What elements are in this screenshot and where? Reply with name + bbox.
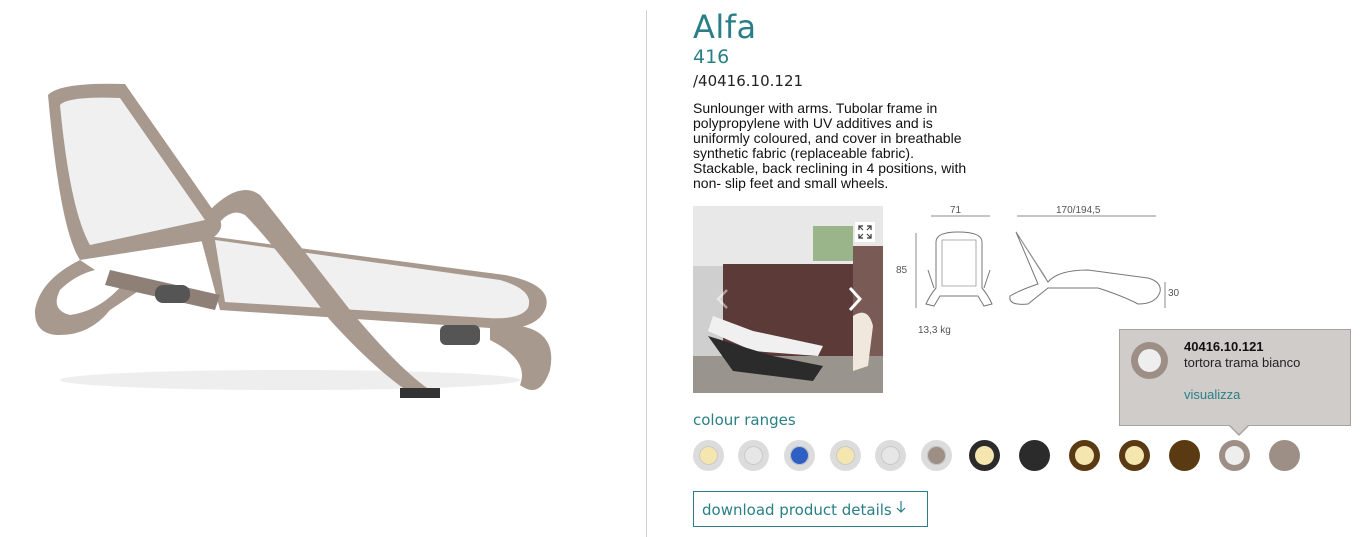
- tooltip-pointer: [1230, 425, 1248, 434]
- dimension-width: 71: [950, 205, 962, 216]
- colour-swatch[interactable]: [1169, 440, 1200, 471]
- colour-swatch[interactable]: [830, 440, 861, 471]
- colour-swatch[interactable]: [969, 440, 1000, 471]
- colour-ranges-label: colour ranges: [693, 411, 796, 429]
- colour-swatch[interactable]: [784, 440, 815, 471]
- colour-swatch[interactable]: [738, 440, 769, 471]
- colour-swatch[interactable]: [921, 440, 952, 471]
- colour-swatch[interactable]: [1019, 440, 1050, 471]
- colour-swatch[interactable]: [693, 440, 724, 471]
- colour-swatch[interactable]: [1119, 440, 1150, 471]
- colour-tooltip: 40416.10.121 tortora trama bianco visual…: [1119, 329, 1351, 436]
- product-code: 416: [693, 46, 730, 68]
- product-description: Sunlounger with arms. Tubolar frame in p…: [693, 100, 967, 191]
- product-info-panel: Alfa 416 /40416.10.121 Sunlounger with a…: [693, 0, 1353, 537]
- gallery-prev-icon[interactable]: [715, 288, 729, 315]
- technical-drawing: [915, 215, 1166, 308]
- product-reference: /40416.10.121: [693, 72, 804, 90]
- product-gallery[interactable]: [693, 206, 883, 393]
- dimension-seat-height: 30: [1168, 288, 1180, 299]
- tooltip-view-link[interactable]: visualizza: [1184, 387, 1240, 402]
- dimension-length: 170/194,5: [1056, 205, 1101, 216]
- tooltip-colour-code: 40416.10.121: [1184, 339, 1264, 354]
- vertical-divider: [646, 10, 647, 537]
- arrow-down-icon: [895, 500, 907, 518]
- gallery-next-icon[interactable]: [847, 286, 863, 317]
- colour-swatch[interactable]: [1069, 440, 1100, 471]
- colour-swatch[interactable]: [1269, 440, 1300, 471]
- colour-swatch-selected[interactable]: [1219, 440, 1250, 471]
- expand-icon[interactable]: [855, 222, 875, 242]
- tooltip-colour-swatch: [1131, 342, 1168, 379]
- dimension-height: 85: [896, 265, 908, 276]
- download-label: download product details: [702, 501, 892, 519]
- colour-swatch-list: [693, 440, 1333, 472]
- product-title: Alfa: [693, 8, 757, 46]
- product-weight: 13,3 kg: [918, 325, 951, 336]
- product-hero-image: [20, 70, 570, 410]
- colour-swatch[interactable]: [875, 440, 906, 471]
- download-product-details-button[interactable]: download product details: [693, 491, 928, 527]
- tooltip-colour-name: tortora trama bianco: [1184, 355, 1301, 370]
- dimension-drawings: 71 170/194,5 85 30 13,3 kg: [896, 200, 1198, 340]
